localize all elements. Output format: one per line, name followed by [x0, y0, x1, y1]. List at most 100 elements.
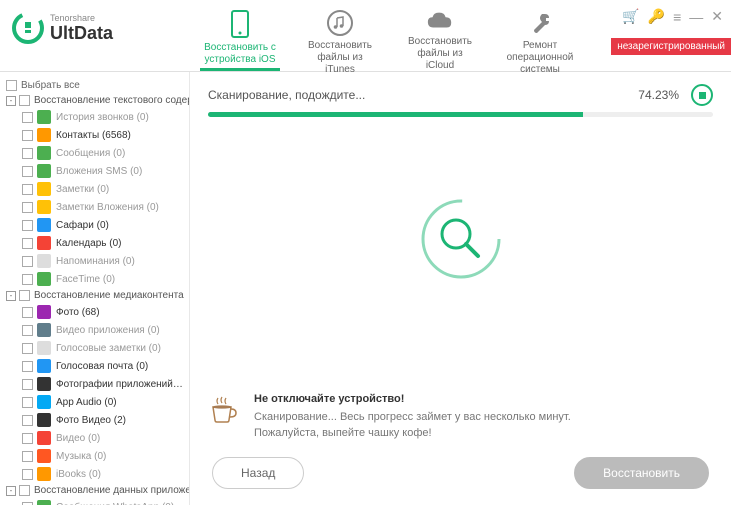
item-label: Сообщения (0) [56, 148, 125, 159]
checkbox[interactable] [22, 307, 33, 318]
checkbox[interactable] [22, 451, 33, 462]
sidebar-item[interactable]: Вложения SMS (0) [4, 162, 185, 180]
item-icon [37, 254, 51, 268]
product-label: UltData [50, 23, 113, 44]
window-controls: 🛒 🔑 ≡ — ✕ [622, 8, 723, 25]
sidebar-item[interactable]: Заметки (0) [4, 180, 185, 198]
checkbox[interactable] [22, 184, 33, 195]
sidebar-item[interactable]: Напоминания (0) [4, 252, 185, 270]
checkbox[interactable] [22, 379, 33, 390]
category-header[interactable]: -Восстановление медиаконтента [4, 288, 185, 303]
item-icon [37, 305, 51, 319]
checkbox[interactable] [22, 415, 33, 426]
recover-button[interactable]: Восстановить [574, 457, 709, 489]
checkbox[interactable] [6, 80, 17, 91]
checkbox[interactable] [19, 95, 30, 106]
checkbox[interactable] [22, 166, 33, 177]
key-icon[interactable]: 🔑 [648, 8, 665, 25]
checkbox[interactable] [22, 130, 33, 141]
item-label: Заметки Вложения (0) [56, 202, 159, 213]
checkbox[interactable] [22, 397, 33, 408]
expand-icon[interactable]: - [6, 96, 16, 106]
sidebar-item[interactable]: Музыка (0) [4, 447, 185, 465]
category-header[interactable]: -Восстановление данных приложений [4, 483, 185, 498]
item-icon [37, 272, 51, 286]
music-icon [326, 10, 354, 36]
sidebar-item[interactable]: Контакты (6568) [4, 126, 185, 144]
select-all-row[interactable]: Выбрать все [4, 78, 185, 93]
item-label: Видео (0) [56, 433, 100, 444]
item-label: Сообщения WhatsApp (0) [56, 502, 174, 505]
checkbox[interactable] [22, 238, 33, 249]
sidebar-item[interactable]: Календарь (0) [4, 234, 185, 252]
sidebar-item[interactable]: Фотографии приложений (16 [4, 375, 185, 393]
checkbox[interactable] [22, 112, 33, 123]
logo: Tenorshare UltData [0, 0, 190, 44]
sidebar-item[interactable]: FaceTime (0) [4, 270, 185, 288]
expand-icon[interactable]: - [6, 486, 16, 496]
item-label: Голосовые заметки (0) [56, 343, 161, 354]
sidebar-item[interactable]: App Audio (0) [4, 393, 185, 411]
checkbox[interactable] [22, 274, 33, 285]
checkbox[interactable] [19, 485, 30, 496]
sidebar-item[interactable]: Фото Видео (2) [4, 411, 185, 429]
tab-itunes[interactable]: Восстановить файлы из iTunes [290, 0, 390, 71]
item-icon [37, 341, 51, 355]
sidebar-item[interactable]: Сафари (0) [4, 216, 185, 234]
sidebar-item[interactable]: iBooks (0) [4, 465, 185, 483]
cart-icon[interactable]: 🛒 [622, 8, 639, 25]
item-label: Календарь (0) [56, 238, 121, 249]
sidebar-item[interactable]: История звонков (0) [4, 108, 185, 126]
checkbox[interactable] [22, 469, 33, 480]
sidebar-item[interactable]: Видео приложения (0) [4, 321, 185, 339]
item-label: iBooks (0) [56, 469, 101, 480]
sidebar-item[interactable]: Видео (0) [4, 429, 185, 447]
tab-icloud[interactable]: Восстановить файлы из iCloud [390, 0, 490, 71]
message-row: Не отключайте устройство! Сканирование..… [208, 391, 713, 441]
main-panel: Сканирование, подождите... 74.23% Не отк… [190, 72, 731, 505]
checkbox[interactable] [22, 202, 33, 213]
item-icon [37, 500, 51, 505]
checkbox[interactable] [22, 148, 33, 159]
checkbox[interactable] [22, 361, 33, 372]
phone-icon [226, 10, 254, 38]
sidebar-item[interactable]: Голосовая почта (0) [4, 357, 185, 375]
item-icon [37, 182, 51, 196]
progress-bar [208, 112, 713, 117]
expand-icon[interactable]: - [6, 291, 16, 301]
item-icon [37, 164, 51, 178]
checkbox[interactable] [22, 256, 33, 267]
item-label: Напоминания (0) [56, 256, 135, 267]
sidebar-item[interactable]: Сообщения WhatsApp (0) [4, 498, 185, 505]
item-icon [37, 413, 51, 427]
item-label: App Audio (0) [56, 397, 117, 408]
item-icon [37, 395, 51, 409]
sidebar-item[interactable]: Фото (68) [4, 303, 185, 321]
checkbox[interactable] [22, 343, 33, 354]
sidebar-item[interactable]: Голосовые заметки (0) [4, 339, 185, 357]
checkbox[interactable] [22, 220, 33, 231]
minimize-button[interactable]: — [689, 9, 703, 25]
checkbox[interactable] [22, 433, 33, 444]
tab-repair[interactable]: Ремонт операционной системы [490, 0, 590, 71]
item-label: Фотографии приложений (16 [56, 379, 185, 390]
item-label: Вложения SMS (0) [56, 166, 142, 177]
sidebar-item[interactable]: Сообщения (0) [4, 144, 185, 162]
back-button[interactable]: Назад [212, 457, 304, 489]
sidebar[interactable]: Выбрать все -Восстановление текстового с… [0, 72, 190, 505]
tab-ios-device[interactable]: Восстановить с устройства iOS [190, 0, 290, 71]
checkbox[interactable] [22, 502, 33, 505]
header: Tenorshare UltData Восстановить с устрой… [0, 0, 731, 72]
sidebar-item[interactable]: Заметки Вложения (0) [4, 198, 185, 216]
checkbox[interactable] [19, 290, 30, 301]
category-header[interactable]: -Восстановление текстового содержа [4, 93, 185, 108]
item-label: Фото (68) [56, 307, 100, 318]
item-label: Заметки (0) [56, 184, 109, 195]
stop-button[interactable] [691, 84, 713, 106]
menu-icon[interactable]: ≡ [673, 9, 681, 25]
message-line2: Пожалуйста, выпейте чашку кофе! [254, 425, 571, 441]
close-button[interactable]: ✕ [711, 8, 723, 25]
item-icon [37, 359, 51, 373]
item-icon [37, 449, 51, 463]
checkbox[interactable] [22, 325, 33, 336]
